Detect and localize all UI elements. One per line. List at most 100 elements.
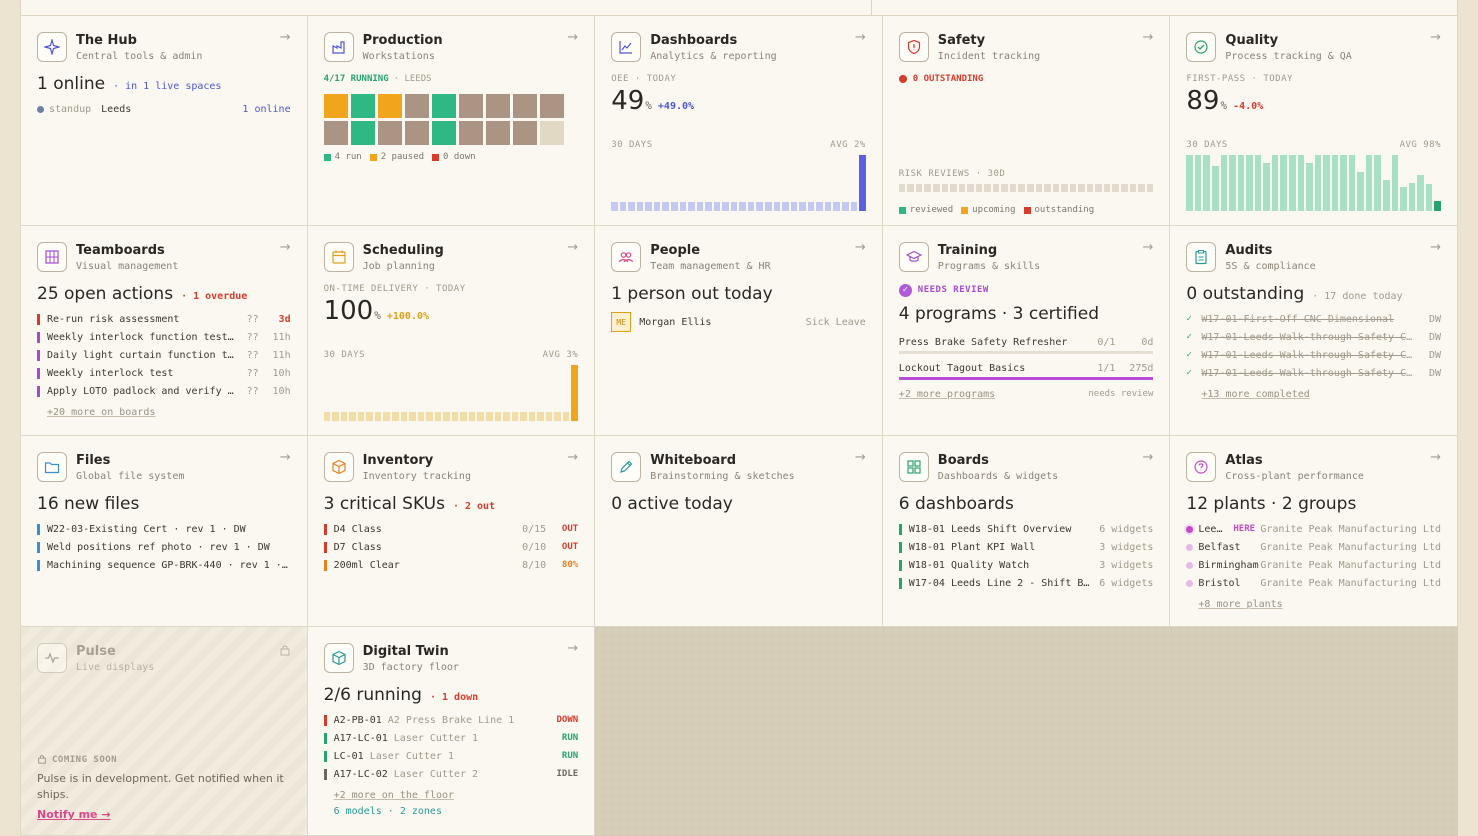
- card-people[interactable]: People Team management & HR → 1 person ou…: [595, 226, 883, 436]
- workstation-tile[interactable]: [431, 121, 456, 145]
- card-the-hub[interactable]: The Hub Central tools & admin → 1 online ·…: [20, 16, 308, 226]
- arrow-right-icon[interactable]: →: [564, 641, 578, 656]
- workstation-tile[interactable]: [350, 121, 375, 145]
- workstation-tile[interactable]: [323, 121, 348, 145]
- card-production[interactable]: Production Workstations → 4/17 RUNNING · …: [307, 16, 596, 226]
- plant-item[interactable]: Belfast Granite Peak Manufacturing Ltd: [1186, 538, 1441, 556]
- audit-item[interactable]: ✓ W17-01-Leeds Walk-through Safety Ch… DW: [1186, 328, 1441, 346]
- card-subtitle: Team management & HR: [650, 261, 771, 272]
- spark-bar: [790, 202, 798, 211]
- machine-item[interactable]: LC-01 Laser Cutter 1 RUN: [323, 747, 578, 765]
- workstation-tile[interactable]: [323, 94, 348, 118]
- card-teamboards[interactable]: Teamboards Visual management → 25 open ac…: [20, 226, 308, 436]
- machine-name: A2 Press Brake Line 1: [387, 714, 515, 726]
- program-item[interactable]: Lockout Tagout Basics 1/1 275d: [898, 360, 1154, 380]
- workstation-tile[interactable]: [377, 121, 402, 145]
- spark-bar: [1365, 155, 1373, 211]
- arrow-right-icon[interactable]: →: [1427, 30, 1441, 45]
- dashboard-item[interactable]: W17-04 Leeds Line 2 - Shift B… 6 widgets: [898, 574, 1153, 592]
- card-inventory[interactable]: Inventory Inventory tracking → 3 critical…: [307, 436, 596, 627]
- file-item[interactable]: Machining sequence GP-BRK-440 · rev 1 ·…: [37, 556, 291, 574]
- spark-bar: [696, 202, 704, 211]
- notify-me-link[interactable]: Notify me →: [37, 808, 111, 821]
- machine-item[interactable]: A17-LC-01 Laser Cutter 1 RUN: [323, 729, 578, 747]
- more-programs-link[interactable]: +2 more programs: [899, 389, 995, 400]
- more-boards-link[interactable]: +20 more on boards: [47, 407, 155, 418]
- action-item[interactable]: Weekly interlock function test…?? 11h: [37, 328, 291, 346]
- action-item[interactable]: Re-run risk assessment?? 3d: [37, 310, 291, 328]
- arrow-right-icon[interactable]: →: [852, 30, 866, 45]
- machine-code: LC-01: [333, 750, 364, 762]
- arrow-right-icon[interactable]: →: [564, 240, 578, 255]
- workstation-tile[interactable]: [512, 121, 537, 145]
- audit-item[interactable]: ✓ W17-01-Leeds Walk-through Safety Ch… DW: [1186, 346, 1441, 364]
- arrow-right-icon[interactable]: →: [564, 450, 578, 465]
- arrow-right-icon[interactable]: →: [1427, 450, 1441, 465]
- risk-review-cell: [898, 184, 906, 192]
- arrow-right-icon[interactable]: →: [1139, 240, 1153, 255]
- dashboard-item[interactable]: W18-01 Plant KPI Wall 3 widgets: [898, 538, 1153, 556]
- sku-item[interactable]: D4 Class 0/15 OUT: [323, 520, 578, 538]
- machine-item[interactable]: A2-PB-01 A2 Press Brake Line 1 DOWN: [323, 711, 578, 729]
- action-item[interactable]: Weekly interlock test?? 10h: [37, 364, 291, 382]
- plant-item[interactable]: Birmingham Granite Peak Manufacturing Ltd: [1186, 556, 1441, 574]
- arrow-right-icon[interactable]: →: [277, 450, 291, 465]
- arrow-right-icon[interactable]: →: [277, 240, 291, 255]
- plant-item[interactable]: Lee… HERE Granite Peak Manufacturing Ltd: [1186, 520, 1441, 538]
- workstation-tile[interactable]: [377, 94, 402, 118]
- audit-item[interactable]: ✓ W17-01-First-Off CNC Dimensional DW: [1186, 310, 1441, 328]
- spark-bar: [611, 202, 618, 211]
- card-quality[interactable]: Quality Process tracking & QA → FIRST-PAS…: [1170, 16, 1458, 226]
- arrow-right-icon[interactable]: →: [852, 240, 866, 255]
- workstation-tile[interactable]: [539, 121, 564, 145]
- arrow-right-icon[interactable]: →: [277, 30, 291, 45]
- workstation-tile[interactable]: [512, 94, 537, 118]
- card-digital-twin[interactable]: Digital Twin 3D factory floor → 2/6 runni…: [307, 627, 596, 836]
- arrow-right-icon[interactable]: →: [1427, 240, 1441, 255]
- workstation-tile[interactable]: [404, 121, 429, 145]
- card-whiteboard[interactable]: Whiteboard Brainstorming & sketches → 0 a…: [595, 436, 883, 627]
- more-plants-link[interactable]: +8 more plants: [1198, 599, 1282, 610]
- legend-swatch: [961, 206, 969, 214]
- action-item[interactable]: Daily light curtain function t…?? 11h: [37, 346, 291, 364]
- workstation-tile[interactable]: [431, 94, 456, 118]
- spark-bar: [1254, 155, 1262, 211]
- plant-item[interactable]: Bristol Granite Peak Manufacturing Ltd: [1186, 574, 1441, 592]
- workstation-tile[interactable]: [350, 94, 375, 118]
- workstation-tile[interactable]: [404, 94, 429, 118]
- sku-item[interactable]: 200ml Clear 8/10 80%: [323, 556, 578, 574]
- card-dashboards[interactable]: Dashboards Analytics & reporting → OEE · …: [595, 16, 883, 226]
- dashboard-item[interactable]: W18-01 Quality Watch 3 widgets: [898, 556, 1153, 574]
- arrow-right-icon[interactable]: →: [1139, 450, 1153, 465]
- card-atlas[interactable]: Atlas Cross-plant performance → 12 plants…: [1170, 436, 1458, 627]
- workstation-tile[interactable]: [458, 121, 483, 145]
- file-name: Machining sequence GP-BRK-440 · rev 1 ·…: [47, 559, 288, 571]
- card-audits[interactable]: Audits 5S & compliance → 0 outstanding · 1…: [1170, 226, 1458, 436]
- action-item[interactable]: Apply LOTO padlock and verify …?? 10h: [37, 382, 291, 400]
- card-safety[interactable]: Safety Incident tracking → 0 OUTSTANDING …: [882, 16, 1171, 226]
- card-scheduling[interactable]: Scheduling Job planning → ON-TIME DELIVER…: [307, 226, 596, 436]
- card-training[interactable]: Training Programs & skills → ✓ NEEDS REVI…: [882, 226, 1171, 436]
- more-completed-link[interactable]: +13 more completed: [1201, 389, 1309, 400]
- arrow-right-icon[interactable]: →: [1139, 30, 1153, 45]
- critical-skus: 3 critical SKUs: [323, 494, 445, 514]
- file-item[interactable]: W22-03-Existing Cert · rev 1 · DW: [37, 520, 291, 538]
- sku-item[interactable]: D7 Class 0/10 OUT: [323, 538, 578, 556]
- more-floor-link[interactable]: +2 more on the floor: [334, 790, 454, 801]
- workstation-tile[interactable]: [485, 121, 510, 145]
- card-pulse: Pulse Live displays COMING SOON Pulse is …: [20, 627, 308, 836]
- spark-bar: [451, 412, 459, 421]
- file-item[interactable]: Weld positions ref photo · rev 1 · DW: [37, 538, 291, 556]
- arrow-right-icon[interactable]: →: [564, 30, 578, 45]
- legend-swatch: [432, 153, 440, 161]
- audit-item[interactable]: ✓ W17-01-Leeds Walk-through Safety Ch… DW: [1186, 364, 1441, 382]
- arrow-right-icon[interactable]: →: [852, 450, 866, 465]
- card-boards[interactable]: Boards Dashboards & widgets → 6 dashboard…: [882, 436, 1171, 627]
- machine-item[interactable]: A17-LC-02 Laser Cutter 2 IDLE: [323, 765, 578, 783]
- workstation-tile[interactable]: [458, 94, 483, 118]
- workstation-tile[interactable]: [485, 94, 510, 118]
- workstation-tile[interactable]: [539, 94, 564, 118]
- program-item[interactable]: Press Brake Safety Refresher 0/1 0d: [898, 334, 1154, 354]
- dashboard-item[interactable]: W18-01 Leeds Shift Overview 6 widgets: [898, 520, 1153, 538]
- card-files[interactable]: Files Global file system → 16 new files W…: [20, 436, 308, 627]
